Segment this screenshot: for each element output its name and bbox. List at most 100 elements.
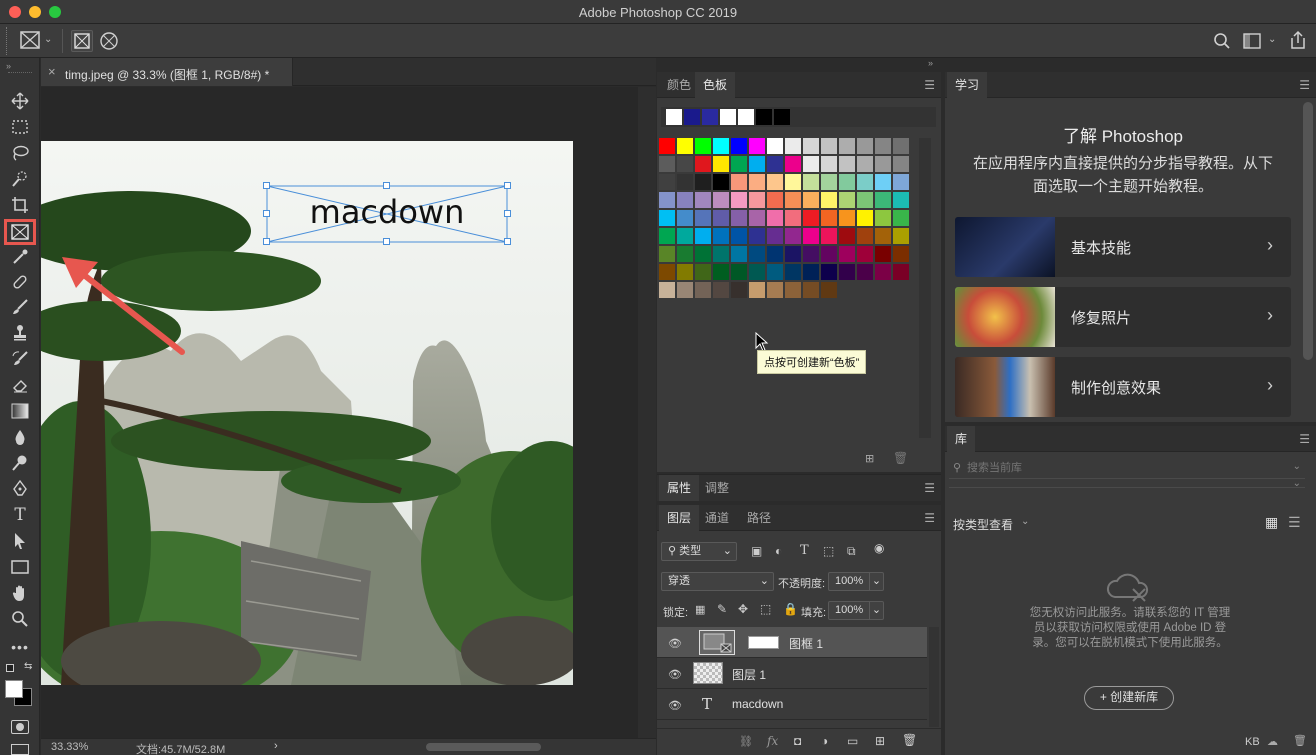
close-tab-icon[interactable]: × xyxy=(48,64,56,79)
tab-channels[interactable]: 通道 xyxy=(697,505,737,531)
color-swatch[interactable] xyxy=(659,156,675,172)
color-swatch[interactable] xyxy=(875,246,891,262)
color-swatch[interactable] xyxy=(731,174,747,190)
color-swatch[interactable] xyxy=(893,210,909,226)
add-mask-icon[interactable]: ◘ xyxy=(794,734,801,748)
color-swatch[interactable] xyxy=(695,246,711,262)
color-swatch[interactable] xyxy=(785,282,801,298)
color-swatch[interactable] xyxy=(857,246,873,262)
color-swatch[interactable] xyxy=(749,246,765,262)
color-swatch[interactable] xyxy=(839,228,855,244)
preset-dropdown-icon[interactable]: ⌄ xyxy=(44,34,52,45)
healing-brush-tool-icon[interactable] xyxy=(9,271,31,293)
quick-selection-tool-icon[interactable] xyxy=(9,168,31,190)
frame-tool-preset-icon[interactable] xyxy=(20,31,40,52)
color-swatch[interactable] xyxy=(749,210,765,226)
color-swatch[interactable] xyxy=(767,282,783,298)
panel-menu-icon[interactable]: ☰ xyxy=(924,511,935,525)
pen-tool-icon[interactable] xyxy=(9,478,31,500)
color-swatch[interactable] xyxy=(857,228,873,244)
color-swatch[interactable] xyxy=(659,192,675,208)
color-swatch[interactable] xyxy=(785,264,801,280)
color-swatch[interactable] xyxy=(659,246,675,262)
visibility-eye-icon[interactable]: 👁 xyxy=(668,668,682,681)
history-brush-tool-icon[interactable] xyxy=(9,348,31,370)
color-swatch[interactable] xyxy=(731,156,747,172)
color-swatch[interactable] xyxy=(785,192,801,208)
layer-filter-dropdown[interactable]: ⚲ 类型 ⌄ xyxy=(661,542,737,561)
tab-paths[interactable]: 路径 xyxy=(739,505,779,531)
color-swatch[interactable] xyxy=(713,174,729,190)
color-swatch[interactable] xyxy=(857,174,873,190)
transform-handle[interactable] xyxy=(504,238,511,245)
color-swatch[interactable] xyxy=(677,264,693,280)
color-swatch[interactable] xyxy=(767,174,783,190)
filter-toggle-icon[interactable]: ◉ xyxy=(874,541,884,555)
screen-mode-icon[interactable] xyxy=(11,744,29,755)
color-swatch[interactable] xyxy=(803,174,819,190)
color-swatch[interactable] xyxy=(893,192,909,208)
layer-name[interactable]: 图框 1 xyxy=(789,635,823,652)
path-selection-tool-icon[interactable] xyxy=(9,530,31,552)
color-swatch[interactable] xyxy=(659,138,675,154)
color-swatch[interactable] xyxy=(893,174,909,190)
color-swatch[interactable] xyxy=(785,138,801,154)
tab-layers[interactable]: 图层 xyxy=(659,505,700,531)
grid-view-icon[interactable]: ▦ xyxy=(1265,514,1278,531)
color-swatch[interactable] xyxy=(875,174,891,190)
elliptical-frame-button[interactable] xyxy=(99,30,119,55)
color-swatch[interactable] xyxy=(821,174,837,190)
quick-mask-icon[interactable] xyxy=(11,720,29,734)
document-canvas[interactable]: macdown xyxy=(41,141,573,685)
tab-properties[interactable]: 属性 xyxy=(659,475,700,501)
color-swatch[interactable] xyxy=(749,138,765,154)
workspace-icon[interactable] xyxy=(1243,33,1261,52)
tab-color[interactable]: 颜色 xyxy=(659,72,699,98)
color-swatch[interactable] xyxy=(695,282,711,298)
layers-scrollbar[interactable] xyxy=(929,627,939,727)
swatches-scrollbar[interactable] xyxy=(919,138,931,438)
color-swatch[interactable] xyxy=(821,192,837,208)
color-swatch[interactable] xyxy=(803,264,819,280)
layer-row-frame[interactable]: 👁 图框 1 xyxy=(657,627,927,658)
color-swatch[interactable] xyxy=(767,192,783,208)
transform-handle[interactable] xyxy=(383,182,390,189)
color-swatch[interactable] xyxy=(713,192,729,208)
filter-pixel-icon[interactable]: ▣ xyxy=(751,544,762,558)
filter-adjustment-icon[interactable]: ◐ xyxy=(775,544,782,558)
sync-icon[interactable]: ☁ xyxy=(1267,735,1278,748)
color-swatch[interactable] xyxy=(713,282,729,298)
delete-icon[interactable]: 🗑 xyxy=(1293,734,1307,747)
collapse-toolbar-icon[interactable]: » xyxy=(6,61,11,71)
transform-handle[interactable] xyxy=(504,210,511,217)
panel-menu-icon[interactable]: ☰ xyxy=(924,481,935,495)
transform-handle[interactable] xyxy=(263,182,270,189)
layer-row-text[interactable]: 👁 T macdown xyxy=(657,689,927,720)
color-swatch[interactable] xyxy=(749,156,765,172)
rectangle-tool-icon[interactable] xyxy=(9,556,31,578)
color-swatch[interactable] xyxy=(731,228,747,244)
lock-position-icon[interactable]: ✥ xyxy=(738,602,748,616)
canvas-area[interactable]: macdown xyxy=(41,87,638,738)
filter-type-icon[interactable]: T xyxy=(800,543,809,558)
chevron-down-icon[interactable]: ⌄ xyxy=(1293,461,1301,472)
canvas-horizontal-scrollbar[interactable] xyxy=(426,743,541,751)
color-swatch[interactable] xyxy=(767,228,783,244)
layer-name[interactable]: 图层 1 xyxy=(732,666,766,683)
color-swatch[interactable] xyxy=(731,282,747,298)
transform-handle[interactable] xyxy=(383,238,390,245)
color-swatch[interactable] xyxy=(785,156,801,172)
transform-handle[interactable] xyxy=(263,210,270,217)
color-swatch[interactable] xyxy=(821,246,837,262)
color-swatch[interactable] xyxy=(695,156,711,172)
tab-libraries[interactable]: 库 xyxy=(947,426,976,452)
dodge-tool-icon[interactable] xyxy=(9,452,31,474)
color-swatch[interactable] xyxy=(749,228,765,244)
delete-layer-icon[interactable]: 🗑 xyxy=(902,733,917,747)
hand-tool-icon[interactable] xyxy=(9,582,31,604)
color-swatch[interactable] xyxy=(731,246,747,262)
color-swatch[interactable] xyxy=(893,228,909,244)
adjustment-layer-icon[interactable]: ◑ xyxy=(821,734,828,748)
color-swatch[interactable] xyxy=(803,210,819,226)
transform-handle[interactable] xyxy=(504,182,511,189)
